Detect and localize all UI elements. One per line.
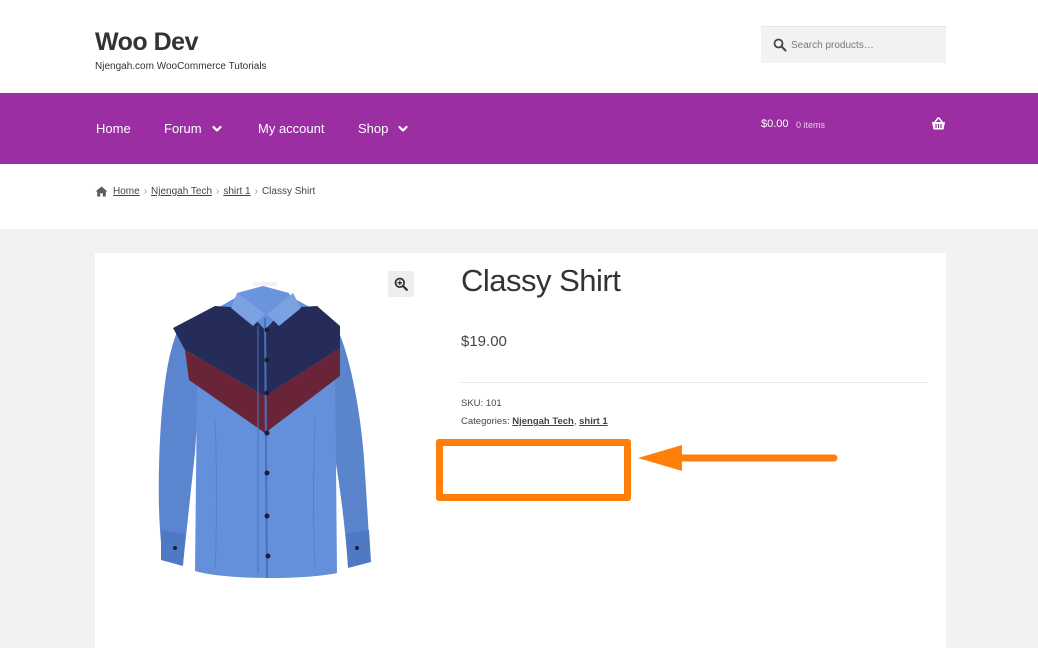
breadcrumb-link-home[interactable]: Home <box>113 186 140 197</box>
breadcrumb-separator: › <box>143 186 148 197</box>
chevron-down-icon[interactable] <box>398 124 408 134</box>
chevron-down-icon[interactable] <box>211 124 222 134</box>
breadcrumb-separator: › <box>216 186 220 197</box>
basket-icon[interactable] <box>931 117 946 131</box>
product-categories: Categories: Njengah Tech, shirt 1 <box>461 416 608 427</box>
nav-item-label: My account <box>258 121 325 136</box>
home-icon <box>95 186 108 197</box>
site-title[interactable]: Woo Dev <box>95 28 199 57</box>
sku-value: 101 <box>485 398 502 409</box>
category-separator: , <box>573 416 577 427</box>
nav-item-home[interactable]: Home <box>96 121 131 136</box>
product-price: $19.00 <box>461 333 507 350</box>
primary-navigation: Home Forum My account Shop $0.00 0 items <box>0 93 1038 164</box>
categories-label: Categories: <box>461 416 510 427</box>
category-link-njengah-tech[interactable]: Njengah Tech <box>512 416 574 427</box>
category-link-shirt-1[interactable]: shirt 1 <box>579 416 608 427</box>
cart-count[interactable]: 0 items <box>796 120 825 130</box>
site-description: Njengah.com WooCommerce Tutorials <box>95 61 267 72</box>
annotation-arrow-icon <box>638 445 838 471</box>
cart-amount[interactable]: $0.00 <box>761 118 789 130</box>
nav-item-forum[interactable]: Forum <box>164 121 222 136</box>
zoom-button[interactable] <box>388 271 414 297</box>
divider <box>461 382 927 383</box>
search-input[interactable] <box>789 27 939 63</box>
zoom-in-icon <box>394 277 408 291</box>
breadcrumb-current: Classy Shirt <box>261 186 316 197</box>
product-title: Classy Shirt <box>461 263 621 298</box>
nav-item-label: Forum <box>164 121 202 136</box>
nav-item-label: Shop <box>358 121 389 136</box>
sku-label: SKU: <box>461 398 484 409</box>
breadcrumb: Home › Njengah Tech › shirt 1 › Classy S… <box>95 186 315 197</box>
search-box[interactable] <box>761 26 946 63</box>
product-sku: SKU: 101 <box>461 398 502 409</box>
annotation-highlight-box <box>436 439 631 501</box>
breadcrumb-separator: › <box>254 186 258 197</box>
product-image[interactable] <box>145 268 385 598</box>
breadcrumb-link-shirt-1[interactable]: shirt 1 <box>223 186 250 197</box>
site-header: Woo Dev Njengah.com WooCommerce Tutorial… <box>0 0 1038 93</box>
search-icon <box>773 38 787 52</box>
nav-item-my-account[interactable]: My account <box>258 121 324 136</box>
nav-item-shop[interactable]: Shop <box>358 121 408 136</box>
nav-item-label: Home <box>96 121 131 136</box>
breadcrumb-link-njengah-tech[interactable]: Njengah Tech <box>151 186 212 197</box>
